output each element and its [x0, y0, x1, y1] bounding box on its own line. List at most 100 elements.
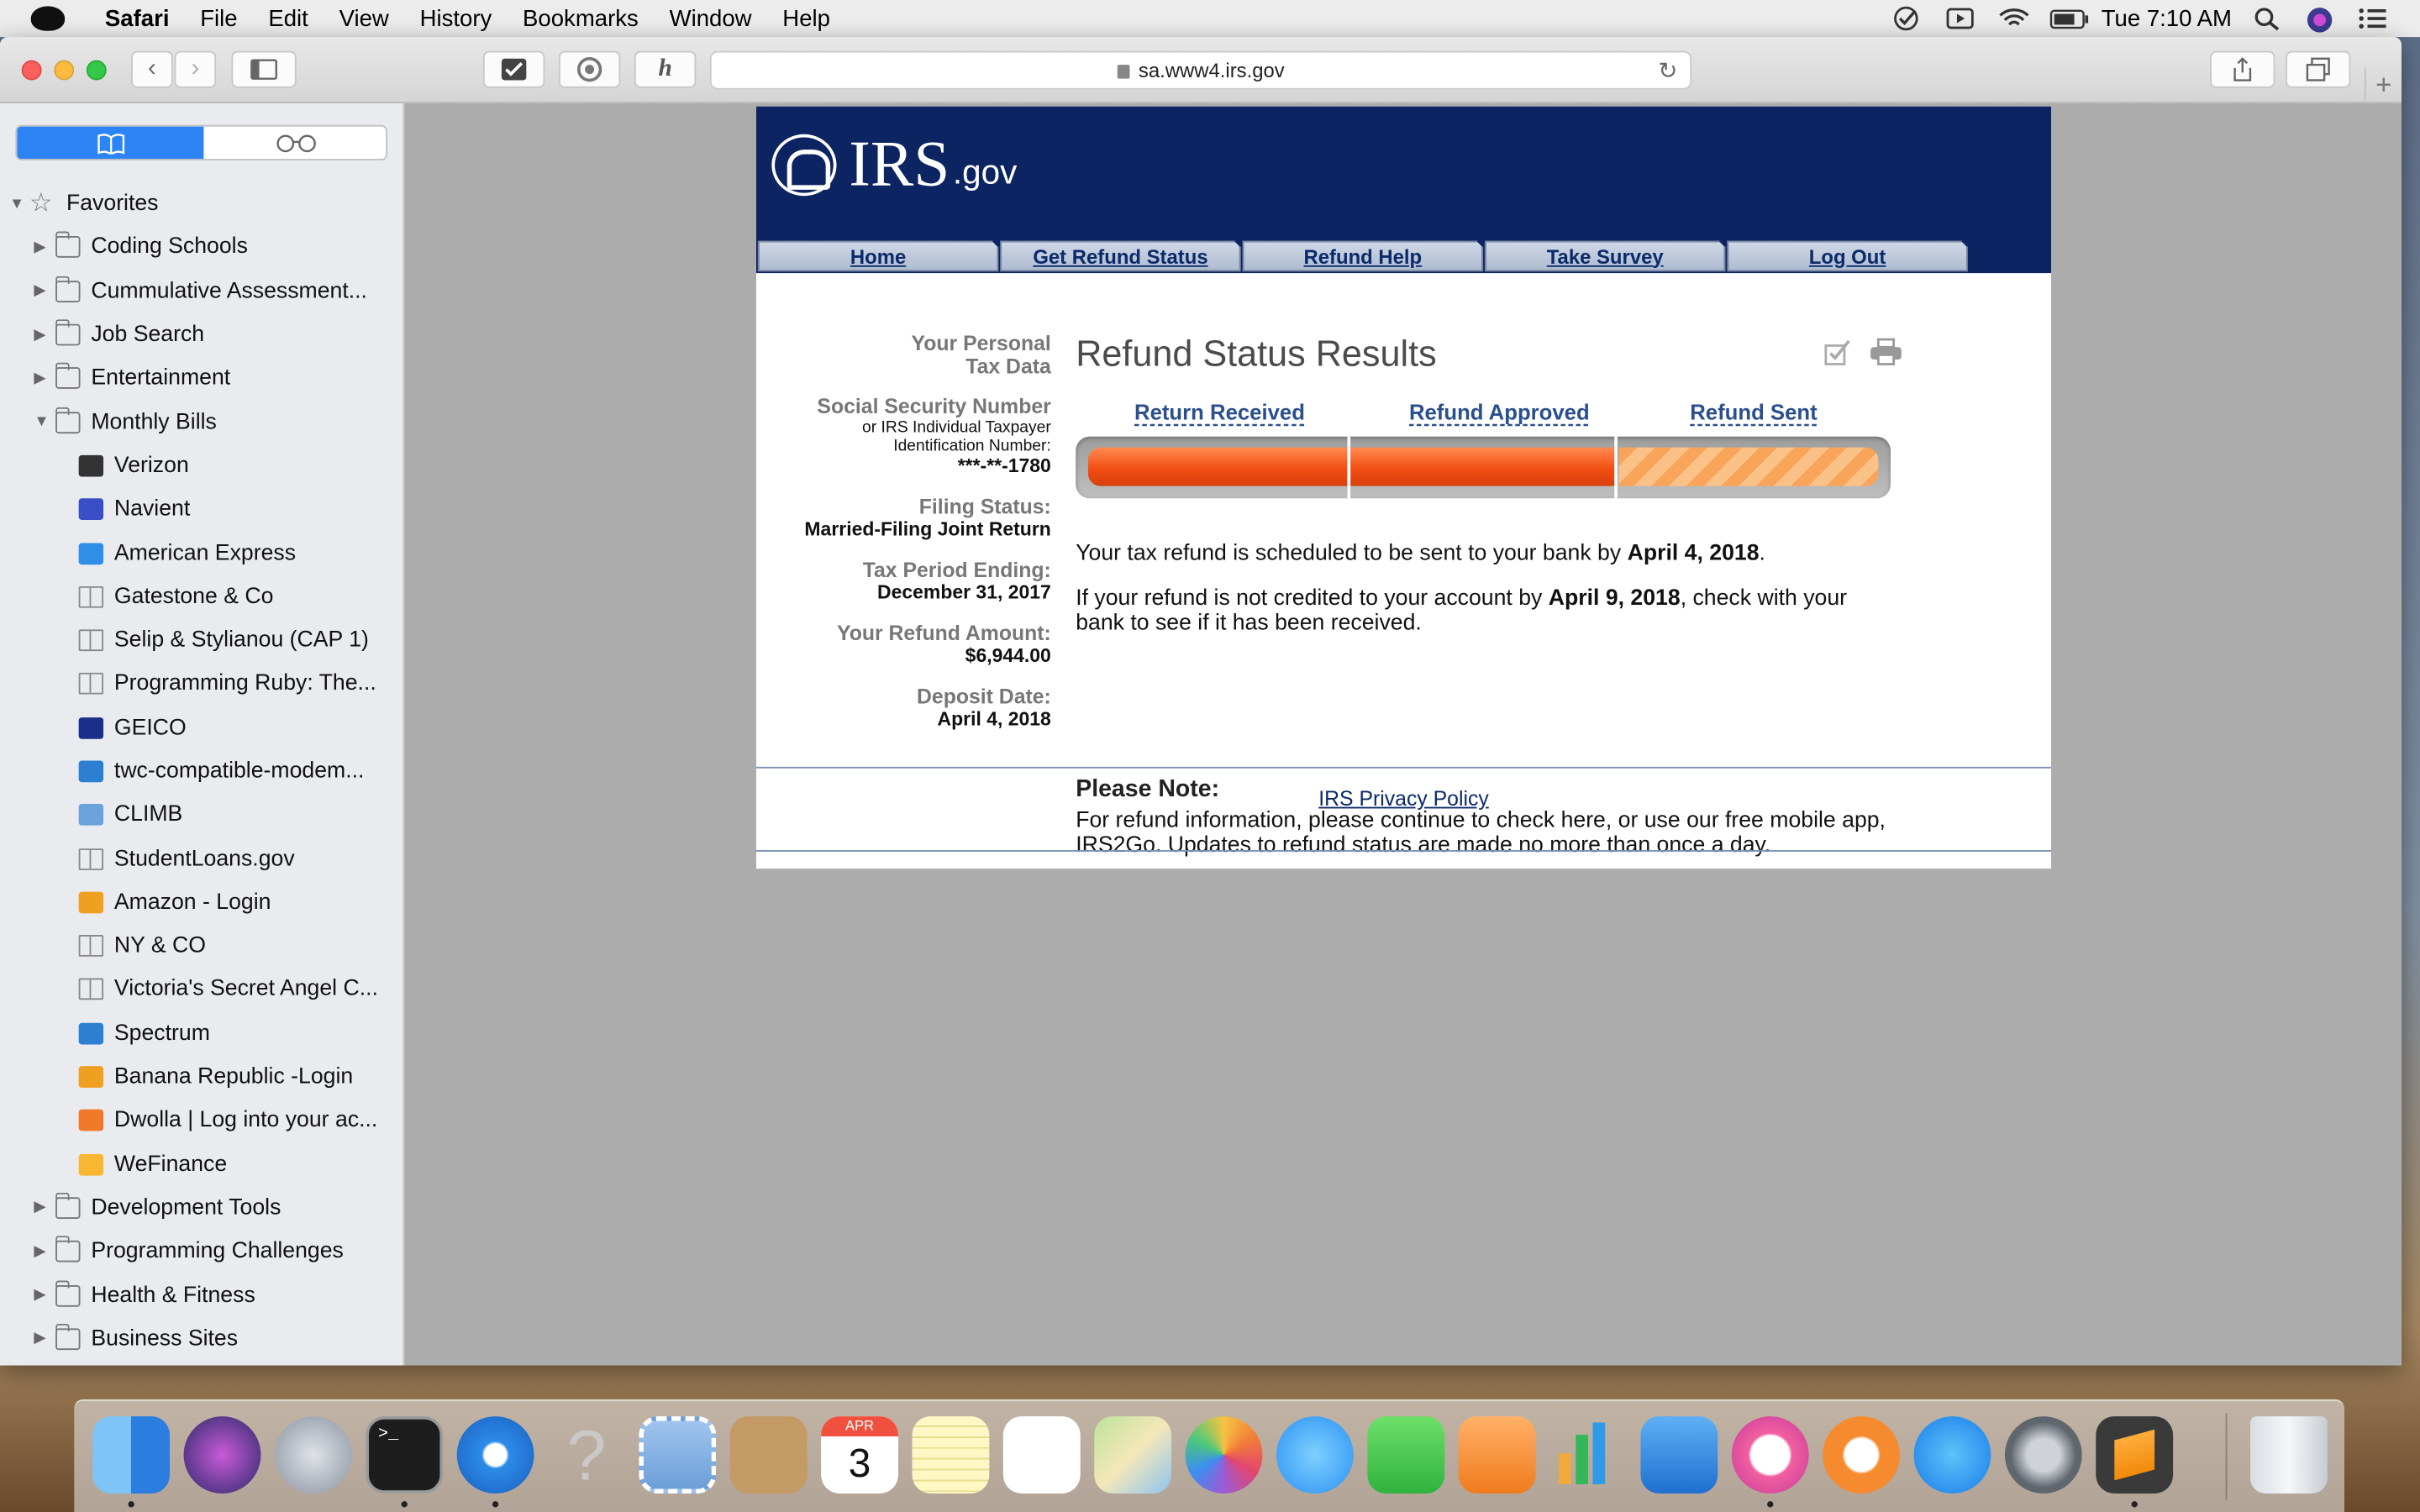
notification-center-icon[interactable] [2359, 6, 2390, 30]
share-button[interactable] [2210, 50, 2275, 88]
trash-icon[interactable] [2249, 1416, 2328, 1494]
nav-take-survey[interactable]: Take Survey [1484, 240, 1726, 272]
sublime-text-icon[interactable] [2096, 1416, 2174, 1494]
disclosure-right-icon[interactable]: ▶ [34, 327, 45, 344]
bookmark-item[interactable]: Verizon [0, 444, 402, 488]
bookmark-item[interactable]: Gatestone & Co [0, 575, 402, 618]
disclosure-down-icon[interactable]: ▼ [9, 196, 24, 213]
sidebar-toggle-button[interactable] [231, 50, 297, 88]
nav-home[interactable]: Home [757, 240, 999, 272]
back-button[interactable]: ‹ [131, 50, 173, 88]
messages-icon[interactable] [1276, 1416, 1354, 1494]
numbers-icon[interactable] [1549, 1416, 1627, 1494]
wifi-icon[interactable] [1996, 6, 2028, 30]
system-preferences-icon[interactable] [2004, 1416, 2082, 1494]
finder-icon[interactable] [92, 1416, 171, 1494]
bookmark-item[interactable]: CLIMB [0, 793, 402, 837]
disclosure-right-icon[interactable]: ▶ [34, 239, 45, 256]
step-return-received[interactable]: Return Received [1134, 400, 1305, 424]
app-store-icon[interactable] [1913, 1416, 1991, 1494]
safari-icon[interactable] [456, 1416, 534, 1494]
menu-bookmarks[interactable]: Bookmarks [523, 5, 639, 31]
nav-log-out[interactable]: Log Out [1727, 240, 1968, 272]
bookmark-folder[interactable]: ▼ Monthly Bills [0, 401, 402, 444]
extension-checkbox-button[interactable] [482, 50, 545, 88]
unknown-app-icon[interactable]: ? [548, 1416, 625, 1494]
ibooks-icon[interactable] [1823, 1416, 1901, 1494]
bookmark-item[interactable]: Spectrum [0, 1011, 402, 1055]
apple-icon[interactable] [30, 6, 66, 31]
privacy-policy-link[interactable]: IRS Privacy Policy [756, 787, 2051, 811]
photos-icon[interactable] [1185, 1416, 1263, 1494]
pages-icon[interactable] [1458, 1416, 1536, 1494]
extension-shield-button[interactable] [558, 50, 621, 88]
bookmark-item[interactable]: Navient [0, 488, 402, 532]
bookmark-folder[interactable]: ▶ Cummulative Assessment... [0, 270, 402, 313]
bookmarks-tab[interactable] [17, 126, 204, 160]
menu-history[interactable]: History [420, 5, 492, 31]
reload-icon[interactable]: ↻ [1658, 57, 1677, 85]
bookmark-folder[interactable]: ▶ Programming Challenges [0, 1230, 402, 1273]
menu-help[interactable]: Help [782, 5, 830, 31]
bookmark-item[interactable]: WeFinance [0, 1142, 402, 1186]
bookmark-item[interactable]: NY & CO [0, 924, 402, 968]
bookmark-item[interactable]: American Express [0, 532, 402, 575]
maps-icon[interactable] [1094, 1416, 1172, 1494]
disclosure-right-icon[interactable]: ▶ [34, 283, 45, 300]
nav-get-refund-status[interactable]: Get Refund Status [1000, 240, 1241, 272]
checklist-icon[interactable] [1823, 338, 1854, 365]
battery-icon[interactable] [2049, 6, 2088, 30]
bookmark-folder[interactable]: ▶ Entertainment [0, 357, 402, 401]
close-window-button[interactable] [21, 60, 42, 81]
favorites-header[interactable]: ▼ ☆ Favorites [0, 182, 402, 226]
tabs-overview-button[interactable] [2286, 50, 2351, 88]
step-refund-sent[interactable]: Refund Sent [1690, 400, 1817, 424]
disclosure-right-icon[interactable]: ▶ [34, 1243, 45, 1260]
spotlight-search-icon[interactable] [2254, 6, 2285, 31]
disclosure-right-icon[interactable]: ▶ [34, 370, 45, 387]
terminal-icon[interactable]: >_ [366, 1416, 444, 1494]
print-icon[interactable] [1869, 338, 1902, 365]
facetime-icon[interactable] [1367, 1416, 1445, 1494]
forward-button[interactable]: › [174, 50, 217, 88]
zoom-window-button[interactable] [86, 60, 107, 81]
disclosure-down-icon[interactable]: ▼ [34, 413, 49, 430]
menubar-clock[interactable]: Tue 7:10 AM [2102, 5, 2232, 31]
menu-view[interactable]: View [339, 5, 389, 31]
mail-stamp-icon[interactable] [639, 1416, 717, 1494]
menu-app-name[interactable]: Safari [105, 5, 170, 31]
extension-honey-button[interactable]: h [634, 50, 697, 88]
bookmark-item[interactable]: Selip & Stylianou (CAP 1) [0, 618, 402, 662]
disclosure-right-icon[interactable]: ▶ [34, 1287, 45, 1304]
nav-refund-help[interactable]: Refund Help [1242, 240, 1484, 272]
bookmark-item[interactable]: GEICO [0, 706, 402, 749]
menu-file[interactable]: File [200, 5, 237, 31]
address-bar[interactable]: sa.www4.irs.gov ↻ [709, 50, 1692, 90]
irs-logo[interactable]: IRS .gov [771, 133, 1017, 197]
siri-menubar-icon[interactable] [2306, 6, 2337, 33]
bookmark-folder[interactable]: ▶ Job Search [0, 313, 402, 357]
bookmark-item[interactable]: Amazon - Login [0, 880, 402, 924]
bookmark-folder[interactable]: ▶ Development Tools [0, 1186, 402, 1230]
bookmark-folder[interactable]: ▶ Health & Fitness [0, 1273, 402, 1317]
calendar-icon[interactable]: APR 3 [821, 1416, 898, 1494]
reading-list-tab[interactable] [203, 127, 386, 160]
new-tab-button[interactable]: + [2364, 67, 2402, 104]
bookmark-item[interactable]: Programming Ruby: The... [0, 662, 402, 706]
screen-capture-icon[interactable] [1944, 6, 1975, 30]
notes-icon[interactable] [912, 1416, 990, 1494]
keynote-icon[interactable] [1640, 1416, 1718, 1494]
checkmark-status-icon[interactable] [1891, 6, 1923, 31]
bookmark-folder[interactable]: ▶ Business Sites [0, 1317, 402, 1361]
bookmark-item[interactable]: Banana Republic -Login [0, 1055, 402, 1099]
bookmark-item[interactable]: twc-compatible-modem... [0, 749, 402, 793]
bookmark-item[interactable]: Dwolla | Log into your ac... [0, 1099, 402, 1142]
reminders-icon[interactable] [1002, 1416, 1081, 1494]
contacts-icon[interactable] [729, 1416, 808, 1494]
step-refund-approved[interactable]: Refund Approved [1409, 400, 1590, 424]
disclosure-right-icon[interactable]: ▶ [34, 1331, 45, 1347]
bookmark-item[interactable]: StudentLoans.gov [0, 837, 402, 880]
siri-icon[interactable] [183, 1416, 261, 1494]
bookmark-folder[interactable]: ▶ Coding Schools [0, 226, 402, 270]
minimize-window-button[interactable] [54, 60, 75, 81]
